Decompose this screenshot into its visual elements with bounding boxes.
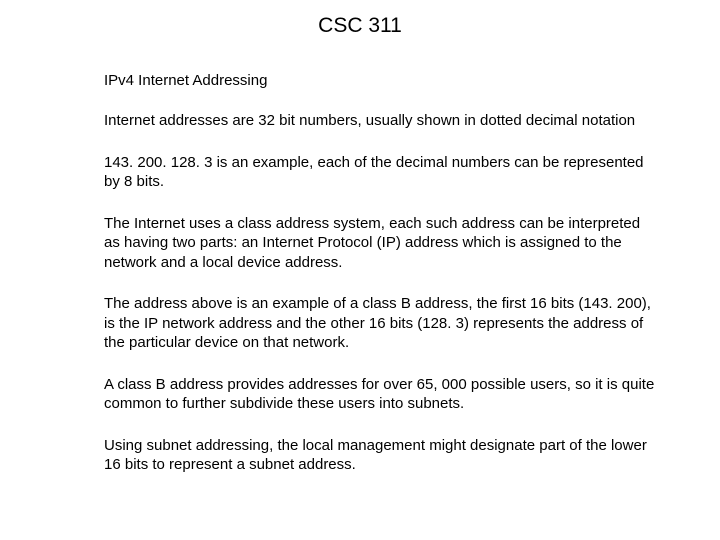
paragraph: Using subnet addressing, the local manag…	[104, 436, 660, 475]
subtitle: IPv4 Internet Addressing	[104, 72, 660, 89]
page-title: CSC 311	[0, 14, 720, 38]
paragraph: The address above is an example of a cla…	[104, 294, 660, 353]
paragraph: Internet addresses are 32 bit numbers, u…	[104, 111, 660, 131]
paragraph: The Internet uses a class address system…	[104, 214, 660, 273]
paragraph: A class B address provides addresses for…	[104, 375, 660, 414]
content-area: IPv4 Internet Addressing Internet addres…	[0, 72, 720, 475]
paragraph: 143. 200. 128. 3 is an example, each of …	[104, 153, 660, 192]
